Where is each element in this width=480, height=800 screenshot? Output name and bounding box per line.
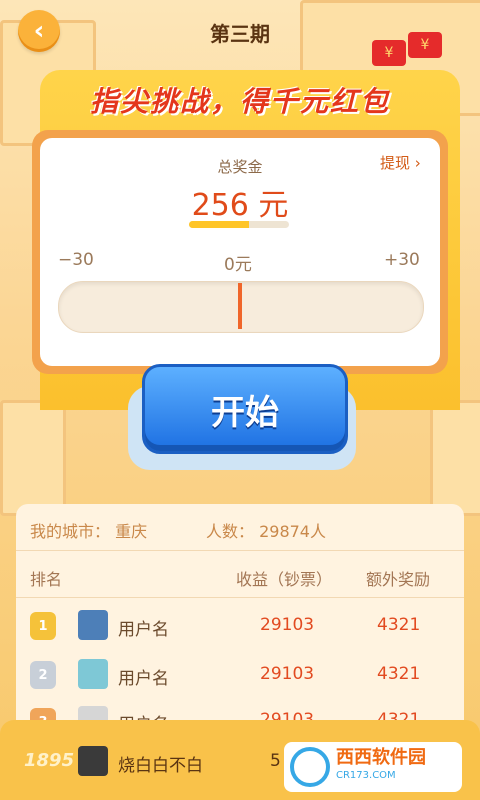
my-earnings: 5 (270, 751, 281, 771)
user-bonus: 4321 (377, 664, 421, 684)
user-earnings: 29103 (260, 615, 315, 635)
my-name: 烧白白不白 (118, 756, 203, 776)
column-header-rank: 排名 (30, 570, 63, 589)
my-rank: 1895 (24, 750, 75, 771)
my-city: 我的城市： 重庆 (30, 522, 148, 541)
rank-medal-silver: 2 (30, 661, 56, 689)
watermark: 西西软件园 CR173.COM (284, 742, 462, 792)
column-header-earnings: 收益（钞票） (236, 570, 333, 589)
prize-amount: 256 元 (191, 188, 289, 223)
user-name: 用户名 (118, 620, 169, 640)
user-name: 用户名 (118, 669, 169, 689)
divider (16, 550, 464, 551)
participant-count: 人数： 29874人 (206, 522, 326, 541)
red-envelope-icon: ¥ (408, 32, 442, 58)
user-bonus: 4321 (377, 615, 421, 635)
start-button-label: 开始 (142, 364, 348, 454)
avatar (78, 746, 108, 776)
prize-progress-bar (189, 221, 289, 228)
prize-progress-fill (189, 221, 249, 228)
start-button[interactable]: 开始 (128, 364, 356, 470)
red-envelope-icon: ¥ (372, 40, 406, 66)
background-shelf (430, 400, 480, 516)
watermark-text: 西西软件园 CR173.COM (336, 749, 426, 785)
withdraw-link[interactable]: 提现 › (380, 152, 421, 173)
background-shelf (0, 400, 66, 516)
watermark-logo (290, 747, 330, 787)
slider-max-label: +30 (384, 250, 420, 270)
slider-pointer (238, 283, 242, 329)
divider (16, 597, 464, 598)
avatar (78, 610, 108, 640)
slider-mid-label: 0元 (224, 255, 252, 275)
envelope-decoration: ¥ ¥ (366, 26, 466, 72)
user-earnings: 29103 (260, 664, 315, 684)
slogan: 指尖挑战，得千元红包 (89, 85, 390, 118)
rank-medal-gold: 1 (30, 612, 56, 640)
watermark-url: CR173.COM (336, 770, 396, 781)
watermark-brand: 西西软件园 (336, 747, 426, 768)
slider-min-label: −30 (58, 250, 94, 270)
avatar (78, 659, 108, 689)
header: ‹ 第三期 ¥ ¥ (0, 0, 480, 66)
column-header-bonus: 额外奖励 (366, 570, 431, 589)
